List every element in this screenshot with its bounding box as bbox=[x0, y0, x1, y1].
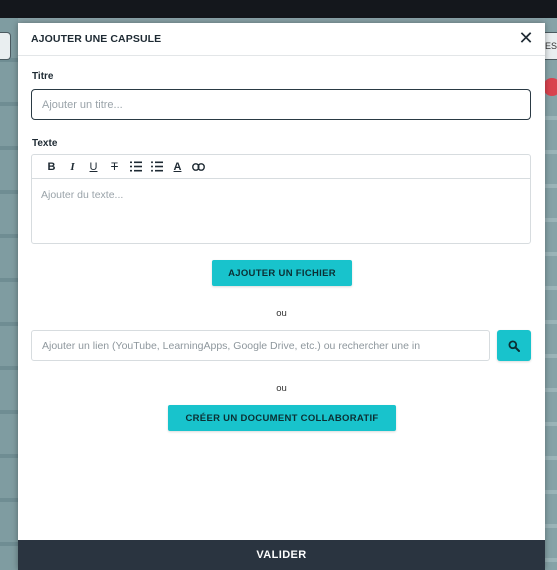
text-editor-body[interactable]: Ajouter du texte... bbox=[32, 179, 530, 211]
italic-icon: I bbox=[70, 160, 75, 173]
bold-button[interactable]: B bbox=[41, 157, 62, 177]
background-badge bbox=[543, 78, 557, 96]
strikethrough-icon: T bbox=[111, 160, 118, 173]
add-capsule-modal: AJOUTER UNE CAPSULE ✕ Titre Texte B I U … bbox=[18, 23, 545, 570]
text-label: Texte bbox=[32, 138, 58, 149]
underline-icon: U bbox=[89, 160, 98, 173]
bullet-list-button[interactable] bbox=[146, 157, 167, 177]
link-icon bbox=[192, 162, 205, 171]
bold-icon: B bbox=[47, 160, 56, 173]
title-input[interactable] bbox=[31, 89, 531, 120]
text-color-icon: A bbox=[173, 160, 182, 173]
or-separator-2: ou bbox=[276, 383, 287, 394]
search-button[interactable] bbox=[497, 330, 531, 361]
create-collaborative-document-button[interactable]: CRÉER UN DOCUMENT COLLABORATIF bbox=[168, 405, 396, 431]
underline-button[interactable]: U bbox=[83, 157, 104, 177]
strikethrough-button[interactable]: T bbox=[104, 157, 125, 177]
bullet-list-icon bbox=[150, 161, 163, 172]
background-right-tab: ES bbox=[544, 32, 557, 60]
link-button[interactable] bbox=[188, 157, 209, 177]
search-icon bbox=[508, 340, 520, 352]
title-label: Titre bbox=[32, 71, 54, 82]
editor-toolbar: B I U T A bbox=[32, 155, 530, 179]
ordered-list-icon bbox=[129, 161, 142, 172]
ordered-list-button[interactable] bbox=[125, 157, 146, 177]
background-left-tab bbox=[0, 32, 11, 60]
add-file-button[interactable]: AJOUTER UN FICHIER bbox=[212, 260, 352, 286]
background-right-column bbox=[545, 18, 557, 570]
modal-title: AJOUTER UNE CAPSULE bbox=[31, 33, 162, 45]
italic-button[interactable]: I bbox=[62, 157, 83, 177]
text-color-button[interactable]: A bbox=[167, 157, 188, 177]
submit-button[interactable]: VALIDER bbox=[18, 540, 545, 570]
background-topbar bbox=[0, 0, 557, 18]
link-search-input[interactable] bbox=[31, 330, 490, 361]
close-button[interactable]: ✕ bbox=[517, 29, 535, 47]
close-icon: ✕ bbox=[518, 28, 534, 48]
modal-header: AJOUTER UNE CAPSULE ✕ bbox=[18, 23, 545, 56]
background-left-column bbox=[0, 18, 18, 570]
or-separator-1: ou bbox=[276, 308, 287, 319]
text-editor: B I U T A Ajouter du texte... bbox=[31, 154, 531, 244]
